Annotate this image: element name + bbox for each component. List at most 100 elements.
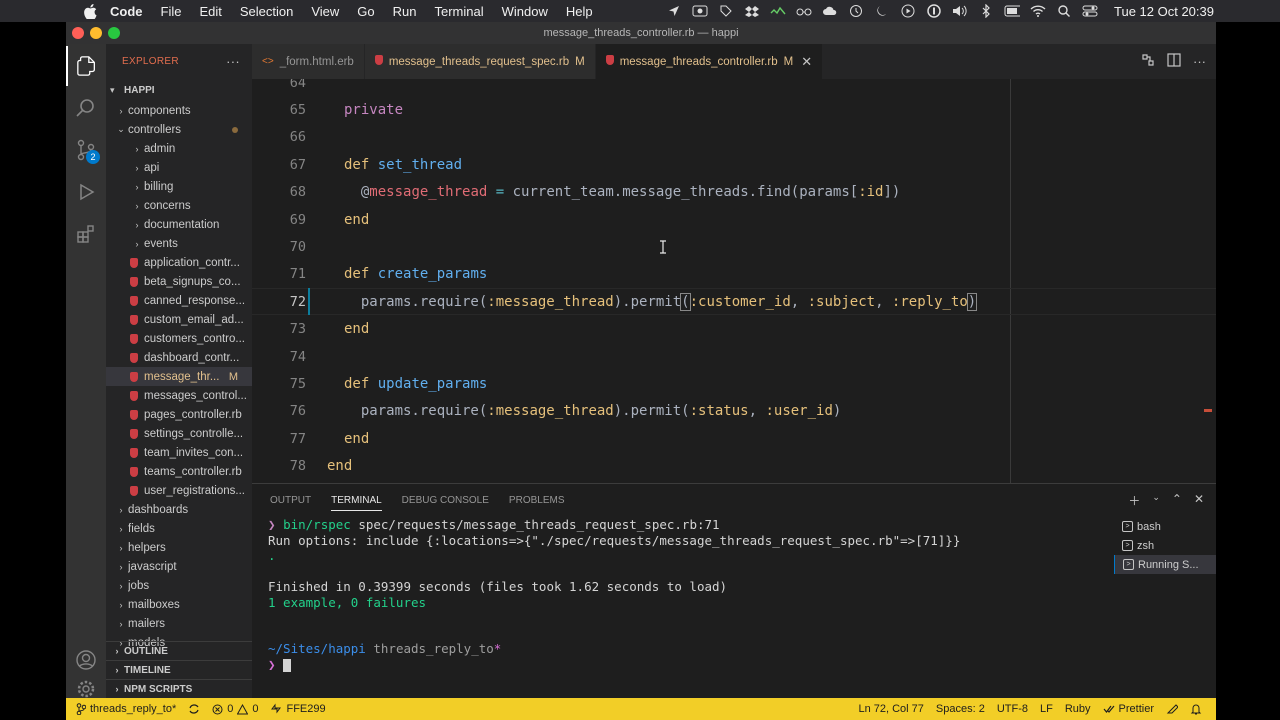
editor-scrollbar[interactable] [1202,79,1216,483]
apple-logo-icon[interactable] [82,3,98,19]
file-item[interactable]: messages_control... [106,386,252,405]
tab-form-html-erb[interactable]: <> _form.html.erb [252,44,365,79]
timeline-section[interactable]: › TIMELINE [106,660,252,679]
screen-record-icon[interactable] [692,4,708,18]
close-tab-icon[interactable]: ✕ [801,54,812,70]
commit-status[interactable]: FFE299 [264,703,331,715]
spotlight-search-icon[interactable] [1056,4,1072,18]
wifi-icon[interactable] [1030,4,1046,18]
maximize-panel-icon[interactable]: ⌃ [1172,492,1182,509]
file-item[interactable]: customers_contro... [106,329,252,348]
bluetooth-icon[interactable] [978,4,994,18]
more-actions-icon[interactable]: ··· [226,54,240,69]
indentation[interactable]: Spaces: 2 [930,703,991,715]
code-line[interactable]: 70 [252,233,1216,260]
folder-item[interactable]: › concerns [106,196,252,215]
tab-debug-console[interactable]: DEBUG CONSOLE [402,495,489,506]
new-terminal-icon[interactable]: ＋ [1128,492,1140,509]
file-item[interactable]: user_registrations... [106,481,252,500]
tag-icon[interactable] [718,4,734,18]
code-line[interactable]: 66 [252,124,1216,151]
cloud-icon[interactable] [822,4,838,18]
folder-item[interactable]: › mailboxes [106,595,252,614]
close-window-button[interactable] [72,27,84,39]
code-line[interactable]: 65 private [252,96,1216,123]
menu-run[interactable]: Run [384,4,426,19]
battery-icon[interactable] [1004,4,1021,18]
folder-item[interactable]: › helpers [106,538,252,557]
chevron-down-icon[interactable]: ⌄ [1152,492,1160,509]
source-control-activity-icon[interactable]: 2 [66,130,106,170]
project-section-header[interactable]: ▾ HAPPI [106,79,252,101]
minimize-window-button[interactable] [90,27,102,39]
code-line[interactable]: 73 end [252,316,1216,343]
dropbox-icon[interactable] [744,4,760,18]
menu-selection[interactable]: Selection [231,4,302,19]
code-line[interactable]: 76 params.require(:message_thread).permi… [252,398,1216,425]
code-line[interactable]: 68 @message_thread = current_team.messag… [252,179,1216,206]
menu-go[interactable]: Go [348,4,383,19]
sync-icon[interactable] [182,703,206,715]
notifications-bell-icon[interactable] [1184,703,1208,715]
file-item[interactable]: message_thr... M [106,367,252,386]
tab-output[interactable]: OUTPUT [270,495,311,506]
menu-help[interactable]: Help [557,4,602,19]
code-line[interactable]: 75 def update_params [252,370,1216,397]
menu-app-name[interactable]: Code [98,4,152,19]
outline-section[interactable]: › OUTLINE [106,641,252,660]
file-item[interactable]: team_invites_con... [106,443,252,462]
file-item[interactable]: dashboard_contr... [106,348,252,367]
folder-item[interactable]: › admin [106,139,252,158]
end-of-line[interactable]: LF [1034,703,1059,715]
terminal-item-running[interactable]: > Running S... [1114,555,1216,574]
run-debug-activity-icon[interactable] [66,172,106,212]
folder-item[interactable]: › javascript [106,557,252,576]
tab-terminal[interactable]: TERMINAL [331,495,382,511]
folder-item[interactable]: › jobs [106,576,252,595]
maximize-window-button[interactable] [108,27,120,39]
folder-item[interactable]: › documentation [106,215,252,234]
menubar-clock[interactable]: Tue 12 Oct 20:39 [1114,4,1214,19]
moon-icon[interactable] [874,4,890,18]
one-password-icon[interactable] [926,4,942,18]
menu-window[interactable]: Window [493,4,557,19]
terminal-item-bash[interactable]: > bash [1114,517,1216,536]
file-item[interactable]: beta_signups_co... [106,272,252,291]
more-editor-actions-icon[interactable]: ··· [1193,54,1206,69]
code-line[interactable]: 67 def set_thread [252,151,1216,178]
code-line[interactable]: 71 def create_params [252,261,1216,288]
close-panel-icon[interactable]: ✕ [1194,492,1204,509]
split-editor-icon[interactable] [1167,53,1181,70]
code-line[interactable]: 74 [252,343,1216,370]
open-changes-icon[interactable] [1141,53,1155,70]
activity-icon[interactable] [770,4,786,18]
tab-problems[interactable]: PROBLEMS [509,495,565,506]
time-machine-icon[interactable] [848,4,864,18]
encoding[interactable]: UTF-8 [991,703,1034,715]
play-icon[interactable] [900,4,916,18]
file-item[interactable]: canned_response... [106,291,252,310]
cursor-position[interactable]: Ln 72, Col 77 [852,703,929,715]
menu-file[interactable]: File [152,4,191,19]
location-arrow-icon[interactable] [666,4,682,18]
glasses-icon[interactable] [796,4,812,18]
folder-item[interactable]: › events [106,234,252,253]
npm-scripts-section[interactable]: › NPM SCRIPTS [106,679,252,698]
terminal-item-zsh[interactable]: > zsh [1114,536,1216,555]
tab-message-threads-controller[interactable]: message_threads_controller.rb M ✕ [595,44,824,79]
feedback-icon[interactable] [1160,703,1184,715]
volume-icon[interactable] [952,4,968,18]
prompt-input-line[interactable]: ❯ [268,657,1108,673]
file-item[interactable]: settings_controlle... [106,424,252,443]
code-line[interactable]: 69 end [252,206,1216,233]
account-icon[interactable] [66,640,106,680]
git-branch-status[interactable]: threads_reply_to* [66,703,182,715]
terminal-output[interactable]: ❯ bin/rspec spec/requests/message_thread… [268,517,1108,672]
file-item[interactable]: pages_controller.rb [106,405,252,424]
search-activity-icon[interactable] [66,88,106,128]
control-center-icon[interactable] [1082,4,1098,18]
folder-item[interactable]: › mailers [106,614,252,633]
folder-item[interactable]: ⌄ controllers [106,120,252,139]
problems-status[interactable]: 0 0 [206,703,264,715]
file-item[interactable]: application_contr... [106,253,252,272]
